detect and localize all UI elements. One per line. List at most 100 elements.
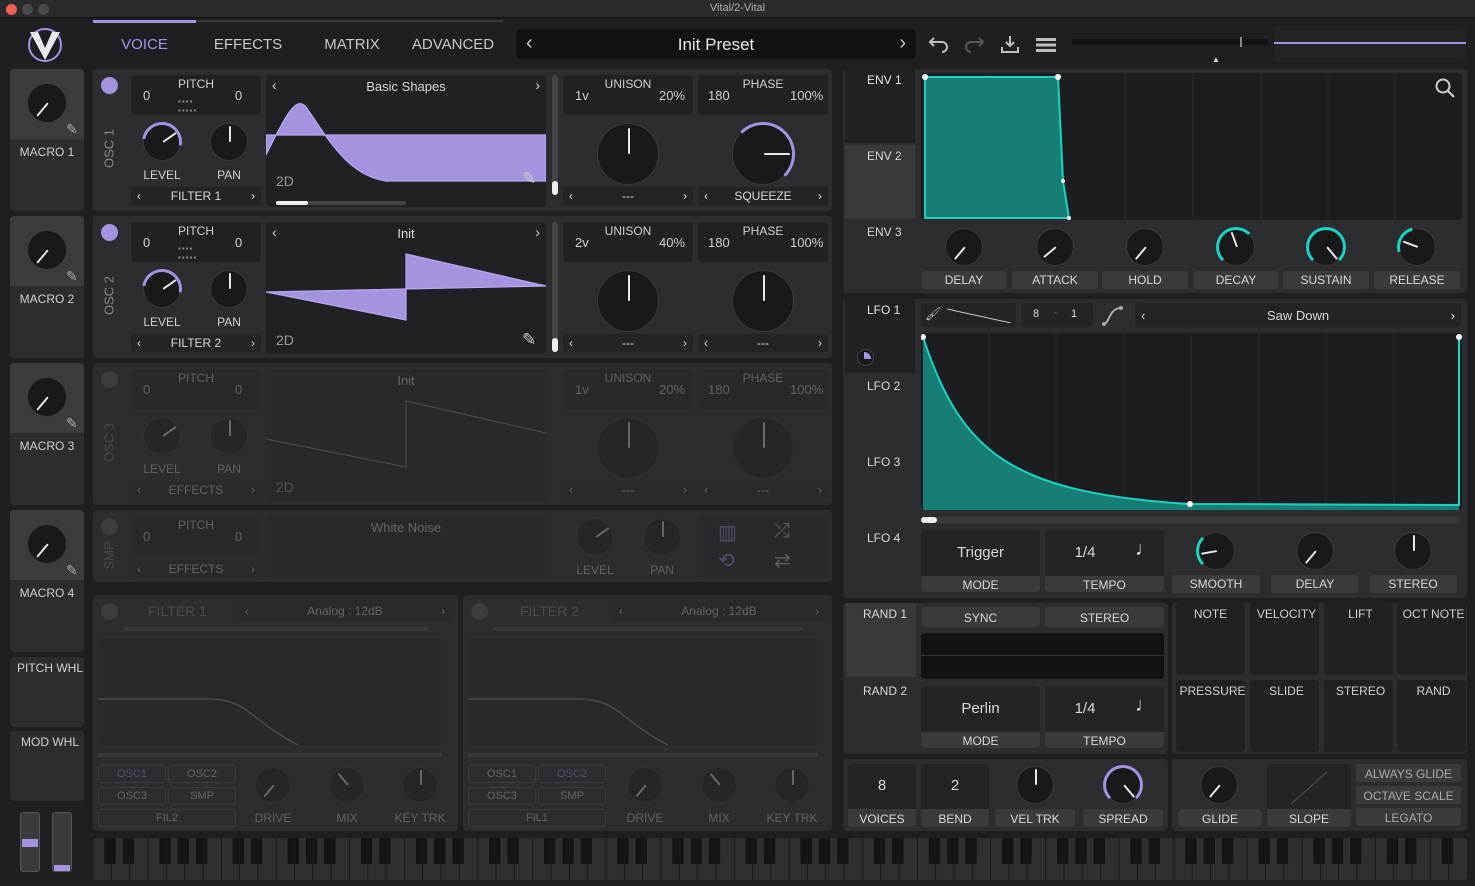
lfo-shape-select[interactable]: ‹ Saw Down › [1135,303,1461,327]
osc-2-unison-knob[interactable] [597,270,659,332]
osc-1-spectral-mode-select[interactable]: ‹ SQUEEZE › [698,187,828,205]
smooth-curve-icon[interactable] [1101,304,1125,328]
filter-1-model-select[interactable]: ‹ Analog : 12dB › [239,600,451,622]
lfo-paint-selector[interactable]: 🖌 [921,303,1016,327]
preset-selector[interactable]: ‹ Init Preset › [516,29,916,59]
next-preset-icon[interactable]: › [899,32,906,55]
legato-button[interactable]: LEGATO [1356,808,1461,826]
osc-1-unison-mode-select[interactable]: ‹ --- › [563,187,693,205]
osc-3-wavetable-display[interactable]: Init 2D [266,369,546,501]
osc-2-destination-select[interactable]: ‹ FILTER 2 › [131,334,261,352]
osc-2-transpose[interactable]: 0 [143,235,150,250]
always-glide-button[interactable]: ALWAYS GLIDE [1356,764,1461,782]
lfo-2-tab[interactable]: LFO 2 [845,375,915,449]
mod-wheel[interactable] [52,812,72,872]
osc-3-2d-label[interactable]: 2D [276,479,294,495]
edit-macro-1-icon[interactable]: ✎ [66,121,78,138]
osc-1-wavetable-display[interactable]: ‹ Basic Shapes › 2D ✎ [266,75,546,207]
env-decay-knob[interactable] [1216,227,1256,267]
filter-2-source-osc2[interactable]: OSC2 [538,765,606,783]
envelope-zoom-search-icon[interactable] [1434,77,1456,99]
octave-scale-button[interactable]: OCTAVE SCALE [1356,786,1461,804]
lfo-grid-size[interactable]: 8 - 1 [1021,303,1093,327]
osc-2-unison-mode-select[interactable]: ‹ --- › [563,334,693,352]
mod-source-lift[interactable]: LIFT [1324,603,1393,675]
mod-source-stereo[interactable]: STEREO [1324,680,1393,752]
osc-1-transpose[interactable]: 0 [143,88,150,103]
lfo-phase-slider[interactable] [921,517,1460,523]
osc-2-phase-mix[interactable]: 100% [790,235,823,250]
filter-2-drive-knob[interactable] [627,767,663,803]
osc-3-phase-mix[interactable]: 100% [790,382,823,397]
rand-sync-button[interactable]: SYNC [921,607,1040,627]
rand-style-value[interactable]: Perlin [921,700,1040,717]
filter-2-source-osc3[interactable]: OSC3 [468,787,536,805]
osc-2-frame-slider[interactable] [552,222,558,352]
lfo-trigger-mode[interactable]: Trigger MODE [921,530,1040,592]
filter-2-mix-knob[interactable] [701,767,737,803]
osc-1-edit-wavetable-icon[interactable]: ✎ [522,169,536,189]
osc-1-2d-label[interactable]: 2D [276,173,294,189]
filter-2-source-smp[interactable]: SMP [538,787,606,805]
osc-3-spectral-mode-select[interactable]: ‹ --- › [698,481,828,499]
rand-stereo-button[interactable]: STEREO [1045,607,1164,627]
edit-macro-4-icon[interactable]: ✎ [66,562,78,579]
env-2-tab[interactable]: ENV 2 [845,145,915,219]
osc-2-tune[interactable]: 0 [235,235,242,250]
rand-1-tab[interactable]: RAND 1 [846,603,916,677]
filter-1-source-fil2[interactable]: FIL2 [98,809,236,827]
env-release-knob[interactable] [1389,219,1445,275]
bounce-icon[interactable]: ⇄ [774,548,791,573]
osc-1-tune[interactable]: 0 [235,88,242,103]
filter-2-response-display[interactable] [468,639,818,745]
sample-display[interactable]: White Noise [266,516,546,578]
glide-knob[interactable] [1200,766,1238,804]
osc-2-power-button[interactable] [101,224,118,241]
menu-icon[interactable] [1036,37,1056,56]
mod-source-slide[interactable]: SLIDE [1250,680,1319,752]
lfo-stereo-knob[interactable] [1394,532,1432,570]
macro-1-knob[interactable] [27,83,67,123]
osc-3-unison-knob[interactable] [597,417,659,479]
lfo-rate-value[interactable]: 1/4 [1045,544,1125,561]
macro-4-knob[interactable] [27,524,67,564]
osc-3-pan-knob[interactable] [210,417,248,455]
filter-2-source-osc1[interactable]: OSC1 [468,765,536,783]
osc-2-edit-wavetable-icon[interactable]: ✎ [522,330,536,350]
osc-3-unison-voices[interactable]: 1v [575,382,589,397]
paintbrush-icon[interactable]: 🖌 [925,306,942,322]
osc-2-2d-label[interactable]: 2D [276,332,294,348]
macro-4[interactable]: ✎ MACRO 4 [10,510,84,652]
filter-1-response-display[interactable] [98,639,442,745]
osc-2-unison-voices[interactable]: 2v [575,235,589,250]
filter-1-keytrack-knob[interactable] [402,767,438,803]
filter-1-source-osc1[interactable]: OSC1 [98,765,166,783]
osc-2-unison-detune[interactable]: 40% [659,235,685,250]
macro-3[interactable]: ✎ MACRO 3 [10,363,84,505]
lfo-grid-x[interactable]: 8 [1033,308,1039,320]
lfo-4-tab[interactable]: LFO 4 [845,527,915,598]
filter-1-mix-knob[interactable] [329,767,365,803]
filter-1-source-osc2[interactable]: OSC2 [168,765,236,783]
voices-value[interactable]: 8 [848,777,916,794]
filter-1-drive-knob[interactable] [255,767,291,803]
random-phase-icon[interactable]: ⤮ [774,520,790,543]
osc-2-pan-knob[interactable] [210,270,248,308]
redo-icon[interactable] [963,34,985,57]
osc-1-phase-value[interactable]: 180 [708,88,730,103]
lfo-graph[interactable] [921,333,1462,510]
mod-source-velocity[interactable]: VELOCITY [1250,603,1319,675]
undo-icon[interactable] [928,34,950,57]
osc-2-spectral-mode-select[interactable]: ‹ --- › [698,334,828,352]
osc-3-tune[interactable]: 0 [235,382,242,397]
osc-1-power-button[interactable] [101,77,118,94]
macro-3-knob[interactable] [27,377,67,417]
piano-keyboard[interactable] [93,838,1467,880]
voices-box[interactable]: 8 VOICES [848,764,916,827]
keytrack-icon[interactable]: ▥ [718,520,737,545]
lfo-3-tab[interactable]: LFO 3 [845,451,915,525]
osc-1-phase-mix[interactable]: 100% [790,88,823,103]
mod-source-note[interactable]: NOTE [1176,603,1245,675]
osc-3-spectral-knob[interactable] [732,417,794,479]
osc-3-destination-select[interactable]: ‹ EFFECTS › [131,481,261,499]
